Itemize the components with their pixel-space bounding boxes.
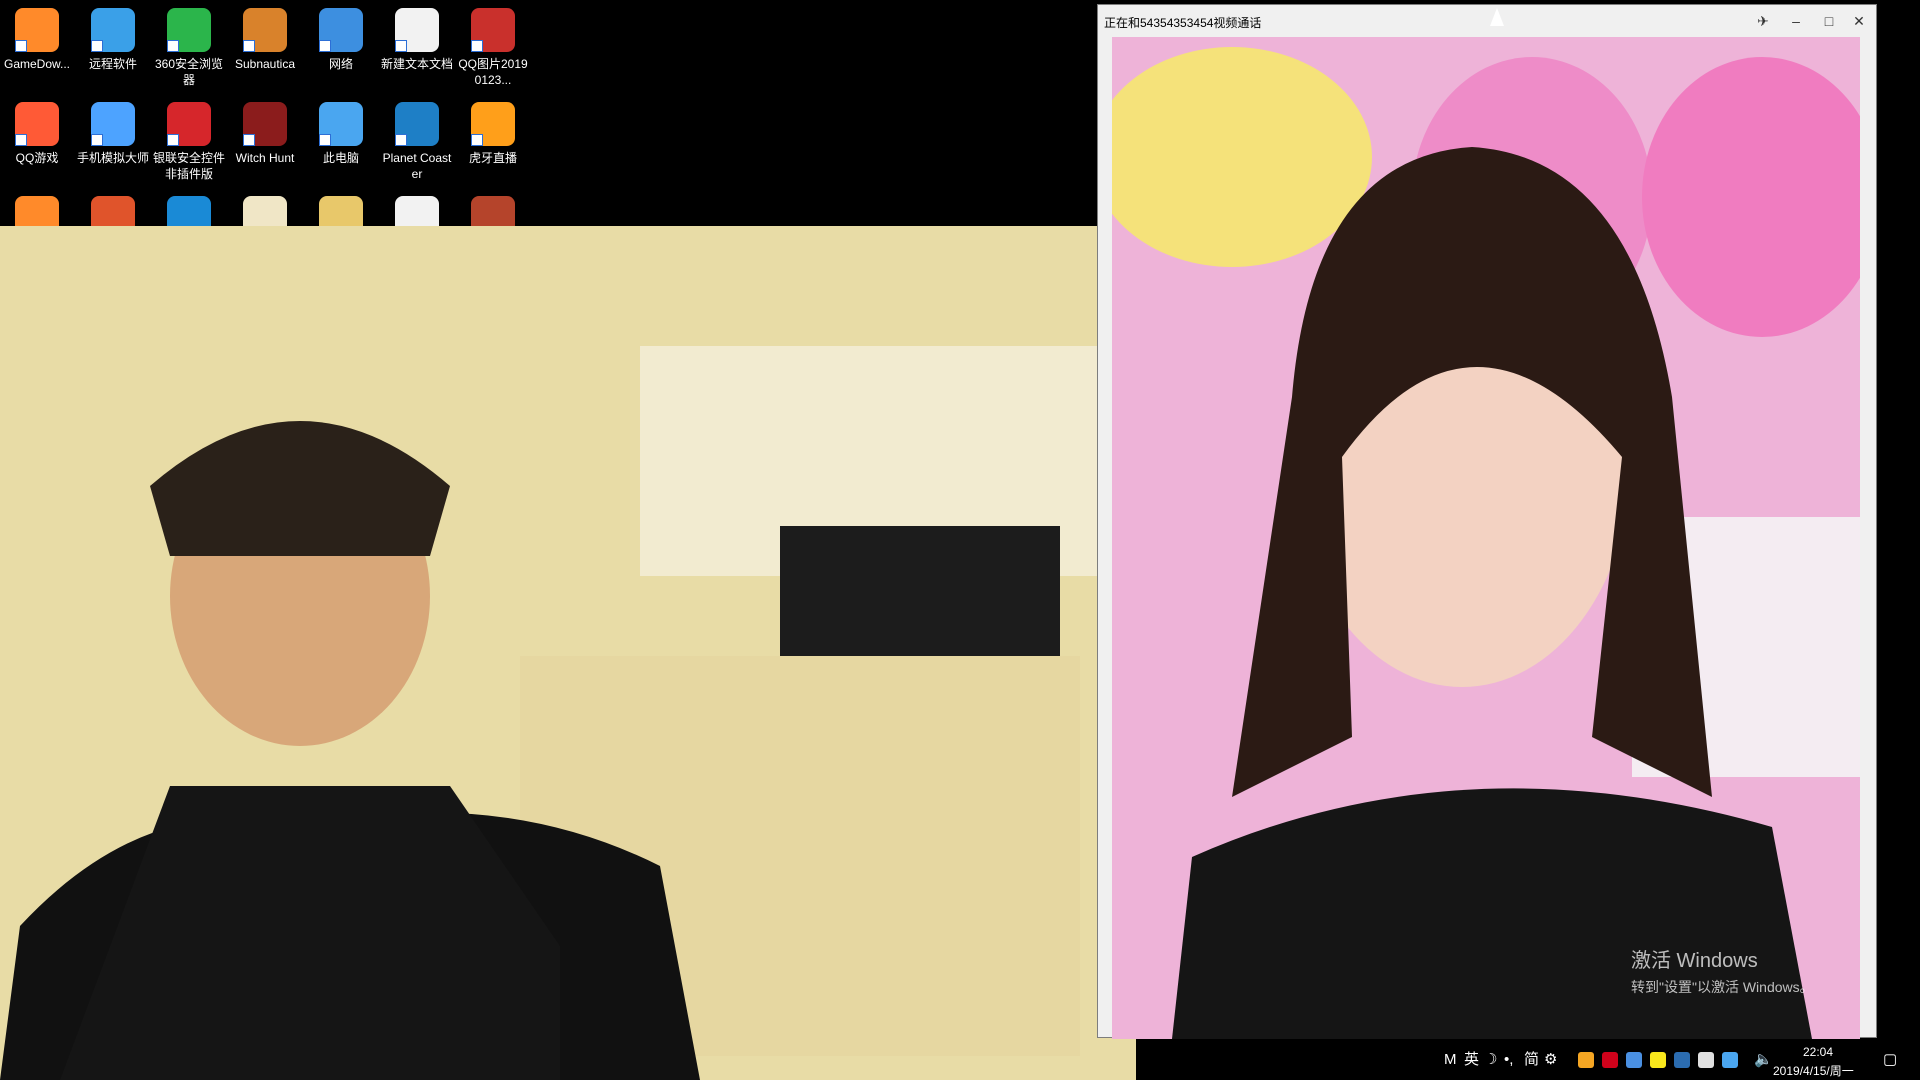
tray-item[interactable]: ☽ <box>1484 1050 1497 1070</box>
watermark-title: 激活 Windows <box>1631 950 1758 972</box>
desktop-icon[interactable]: Subnautica <box>228 4 302 72</box>
desktop-icon[interactable]: 远程软件 <box>76 4 150 72</box>
tray-item[interactable]: 英 <box>1464 1050 1479 1070</box>
desktop-icon-label: 此电脑 <box>322 151 359 165</box>
desktop-icon[interactable]: Witch Hunt <box>228 98 302 166</box>
app-icon <box>319 102 363 146</box>
self-video-image <box>0 226 1136 1080</box>
desktop-icon-label: 银联安全控件非插件版 <box>152 151 225 181</box>
desktop-icon[interactable]: 360安全浏览器 <box>152 4 226 88</box>
remote-video-image <box>1112 37 1860 1039</box>
notification-icon[interactable]: ▢ <box>1883 1050 1897 1070</box>
remote-video-feed <box>1112 37 1860 1039</box>
app-icon <box>471 102 515 146</box>
app-icon <box>395 8 439 52</box>
self-video-feed <box>0 226 1136 1080</box>
desktop-icon-label: 虎牙直播 <box>468 151 517 165</box>
window-title: 正在和54354353454视频通话 <box>1104 16 1262 30</box>
desktop-icon-label: Witch Hunt <box>235 151 295 165</box>
app-icon <box>395 102 439 146</box>
tray-app-icon[interactable] <box>1698 1052 1714 1068</box>
desktop-icon-label: GameDow... <box>3 57 71 71</box>
taskbar: M 英 ☽ •, 简 ⚙ 22:04 2019/4/15/周一 🔈 ▢ <box>1136 1040 1920 1080</box>
desktop-icon[interactable]: 手机模拟大师 <box>76 98 150 166</box>
app-icon <box>471 8 515 52</box>
volume-icon[interactable]: 🔈 <box>1754 1050 1773 1070</box>
desktop-icon[interactable]: 虎牙直播 <box>456 98 530 166</box>
clock-time[interactable]: 22:04 <box>1803 1045 1833 1059</box>
pin-button[interactable]: ✈ <box>1748 9 1778 33</box>
desktop-icon-label: 360安全浏览器 <box>154 57 224 87</box>
desktop-icon[interactable]: GameDow... <box>0 4 74 72</box>
app-icon <box>15 102 59 146</box>
app-icon <box>243 8 287 52</box>
desktop-icon-label: 新建文本文档 <box>380 57 453 71</box>
maximize-button[interactable]: □ <box>1814 9 1844 33</box>
tray-item[interactable]: ⚙ <box>1544 1050 1557 1070</box>
tray-app-icon[interactable] <box>1674 1052 1690 1068</box>
desktop-icon-label: 网络 <box>328 57 353 71</box>
desktop-icon[interactable]: 银联安全控件非插件版 <box>152 98 226 182</box>
desktop-icon[interactable]: 此电脑 <box>304 98 378 166</box>
title-bar[interactable]: 正在和54354353454视频通话 ✈ – □ ✕ <box>1098 5 1876 37</box>
app-icon <box>167 102 211 146</box>
video-call-window[interactable]: 正在和54354353454视频通话 ✈ – □ ✕ <box>1097 4 1877 1039</box>
close-button[interactable]: ✕ <box>1844 9 1874 33</box>
desktop-icon[interactable]: QQ图片20190123... <box>456 4 530 88</box>
clock-date[interactable]: 2019/4/15/周一 <box>1773 1062 1854 1079</box>
app-icon <box>91 102 135 146</box>
desktop-icon-label: 远程软件 <box>88 57 137 71</box>
tray-item[interactable]: •, <box>1504 1050 1513 1070</box>
desktop-icon-label: Subnautica <box>234 57 296 71</box>
app-icon <box>91 8 135 52</box>
mouse-cursor <box>1490 8 1504 26</box>
desktop-icon-label: QQ图片20190123... <box>458 57 528 87</box>
tray-app-icon[interactable] <box>1602 1052 1618 1068</box>
desktop-icon-label: QQ游戏 <box>15 151 59 165</box>
activation-watermark: 激活 Windows 转到"设置"以激活 Windows。 <box>1631 944 1814 997</box>
tray-app-icon[interactable] <box>1650 1052 1666 1068</box>
tray-item[interactable]: M <box>1444 1050 1457 1070</box>
tray-app-icon[interactable] <box>1626 1052 1642 1068</box>
desktop-icon-label: 手机模拟大师 <box>76 151 149 165</box>
app-icon <box>243 102 287 146</box>
app-icon <box>319 8 363 52</box>
tray-item[interactable]: 简 <box>1524 1050 1539 1070</box>
app-icon <box>167 8 211 52</box>
app-icon <box>15 8 59 52</box>
desktop-icon[interactable]: 新建文本文档 <box>380 4 454 72</box>
tray-app-icon[interactable] <box>1578 1052 1594 1068</box>
desktop-icon[interactable]: 网络 <box>304 4 378 72</box>
tray-app-icon[interactable] <box>1722 1052 1738 1068</box>
watermark-subtitle: 转到"设置"以激活 Windows。 <box>1631 979 1814 995</box>
desktop-icon[interactable]: Planet Coaster <box>380 98 454 182</box>
desktop-icon[interactable]: QQ游戏 <box>0 98 74 166</box>
minimize-button[interactable]: – <box>1781 9 1811 33</box>
desktop-icon-label: Planet Coaster <box>382 151 452 181</box>
